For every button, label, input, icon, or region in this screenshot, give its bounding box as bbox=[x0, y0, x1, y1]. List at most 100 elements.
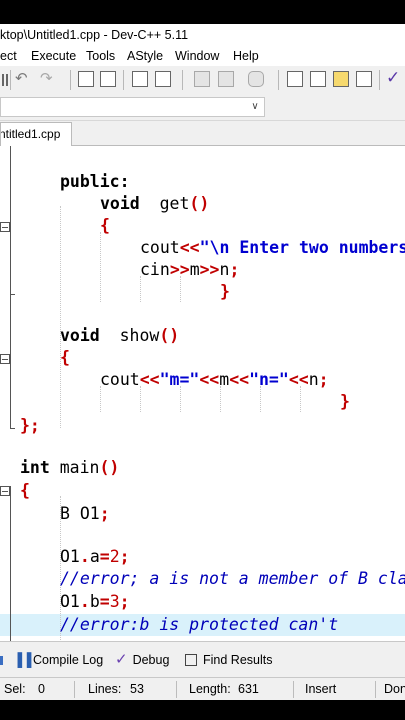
tab-label: ntitled1.cpp bbox=[0, 127, 61, 141]
undo-icon[interactable]: ↶ bbox=[15, 69, 28, 87]
code-token: n bbox=[308, 370, 319, 389]
compile-icon[interactable] bbox=[194, 71, 210, 87]
status-length-value: 631 bbox=[238, 682, 259, 696]
code-token: . bbox=[79, 592, 90, 611]
redo-icon[interactable]: ↷ bbox=[40, 69, 53, 87]
chevron-down-icon[interactable]: ∨ bbox=[248, 99, 262, 115]
code-token: }; bbox=[20, 416, 40, 435]
window-title: ktop\Untitled1.cpp - Dev-C++ 5.11 bbox=[0, 28, 189, 42]
code-token: get bbox=[139, 194, 190, 213]
code-line: O1.b=3; bbox=[60, 592, 130, 612]
project-options-icon[interactable] bbox=[333, 71, 349, 87]
code-token: = bbox=[99, 547, 110, 566]
code-token: ; bbox=[119, 592, 130, 611]
status-length-label: Length: bbox=[189, 682, 231, 696]
indent-guide bbox=[60, 206, 61, 428]
debug-check-icon: ✓ bbox=[115, 651, 128, 668]
indent-guide bbox=[100, 232, 101, 302]
code-token: cout bbox=[100, 370, 140, 389]
fold-end-tick bbox=[10, 294, 15, 295]
tab-compile-log-label: Compile Log bbox=[33, 653, 104, 667]
code-token: ; bbox=[99, 504, 110, 523]
code-line: cout<<"\n Enter two numbers bbox=[140, 238, 405, 258]
find-icon[interactable] bbox=[78, 71, 94, 87]
code-line: { bbox=[60, 348, 70, 368]
code-token: << bbox=[139, 370, 160, 389]
title-bar: ktop\Untitled1.cpp - Dev-C++ 5.11 bbox=[0, 24, 405, 46]
code-token: << bbox=[179, 238, 200, 257]
code-token: n bbox=[219, 260, 230, 279]
status-bar: Sel: 0 Lines: 53 Length: 631 Insert Don bbox=[0, 677, 405, 700]
code-line: { bbox=[100, 216, 110, 236]
check-icon[interactable]: ✓ bbox=[386, 68, 400, 88]
code-line: } bbox=[340, 392, 350, 412]
status-done: Don bbox=[384, 682, 405, 696]
code-line: B O1; bbox=[60, 504, 110, 524]
code-token: () bbox=[189, 194, 210, 213]
status-sel-value: 0 bbox=[38, 682, 45, 696]
code-token: () bbox=[159, 326, 180, 345]
code-line: //error:b is protected can't bbox=[60, 615, 338, 635]
code-line: void show() bbox=[60, 326, 179, 346]
code-token: "m=" bbox=[159, 370, 200, 389]
code-editor[interactable]: public: void get() { cout<<"\n Enter two… bbox=[0, 146, 405, 641]
status-sel-label: Sel: bbox=[4, 682, 26, 696]
menu-execute[interactable]: Execute bbox=[31, 46, 76, 66]
code-token: //error:b is protected can't bbox=[60, 615, 339, 634]
code-token: B O1 bbox=[60, 504, 100, 523]
fold-toggle-icon[interactable] bbox=[0, 486, 10, 496]
code-token: >> bbox=[199, 260, 220, 279]
code-token: } bbox=[340, 392, 350, 411]
menu-astyle[interactable]: AStyle bbox=[127, 46, 163, 66]
fold-toggle-icon[interactable] bbox=[0, 222, 10, 232]
code-token: //error; a is not a member of B class bbox=[60, 569, 405, 588]
grid-icon[interactable] bbox=[356, 71, 372, 87]
indent-icon[interactable] bbox=[2, 74, 8, 86]
code-token: << bbox=[229, 370, 250, 389]
code-token: void bbox=[60, 326, 100, 345]
tab-find-results-label: Find Results bbox=[203, 653, 273, 667]
tab-untitled1[interactable]: ntitled1.cpp bbox=[0, 122, 72, 146]
code-token: = bbox=[99, 592, 110, 611]
menu-project[interactable]: ect bbox=[0, 46, 17, 66]
code-token: cout bbox=[140, 238, 180, 257]
code-line: //error; a is not a member of B class bbox=[60, 569, 405, 589]
tab-compile-log[interactable]: ▐▐ Compile Log bbox=[13, 642, 103, 678]
code-token: { bbox=[100, 216, 110, 235]
compile-log-icon: ▐▐ bbox=[13, 652, 32, 667]
code-token: 2 bbox=[109, 547, 120, 566]
window-icon[interactable] bbox=[310, 71, 326, 87]
code-token: ; bbox=[229, 260, 240, 279]
code-token: b bbox=[89, 592, 100, 611]
stop-icon[interactable] bbox=[248, 71, 264, 87]
code-token: ; bbox=[119, 547, 130, 566]
main-toolbar: ↶ ↷ ✓ bbox=[0, 66, 405, 94]
find-results-icon bbox=[185, 653, 197, 666]
code-token: a bbox=[89, 547, 100, 566]
code-token: void bbox=[100, 194, 140, 213]
fold-toggle-icon[interactable] bbox=[0, 354, 10, 364]
menu-bar: ect Execute Tools AStyle Window Help bbox=[0, 46, 405, 66]
menu-tools[interactable]: Tools bbox=[86, 46, 115, 66]
goto-line-icon[interactable] bbox=[132, 71, 148, 87]
code-token: main bbox=[49, 458, 100, 477]
toggle-bookmark-icon[interactable] bbox=[155, 71, 171, 87]
tab-debug-label: Debug bbox=[132, 653, 170, 667]
code-line: cin>>m>>n; bbox=[140, 260, 239, 280]
run-icon[interactable] bbox=[218, 71, 234, 87]
tab-debug[interactable]: ✓ Debug bbox=[115, 642, 169, 678]
fold-line bbox=[10, 486, 11, 641]
tab-find-results[interactable]: Find Results bbox=[185, 642, 272, 678]
code-token: << bbox=[199, 370, 220, 389]
code-line: int main() bbox=[20, 458, 119, 478]
menu-help[interactable]: Help bbox=[233, 46, 259, 66]
code-token: cin bbox=[140, 260, 170, 279]
menu-window[interactable]: Window bbox=[175, 46, 219, 66]
status-lines-value: 53 bbox=[130, 682, 144, 696]
new-class-icon[interactable] bbox=[287, 71, 303, 87]
code-token: O1 bbox=[60, 547, 80, 566]
function-combo[interactable] bbox=[0, 97, 265, 117]
replace-icon[interactable] bbox=[100, 71, 116, 87]
panel-left-icon bbox=[0, 656, 3, 665]
code-token: } bbox=[220, 282, 230, 301]
